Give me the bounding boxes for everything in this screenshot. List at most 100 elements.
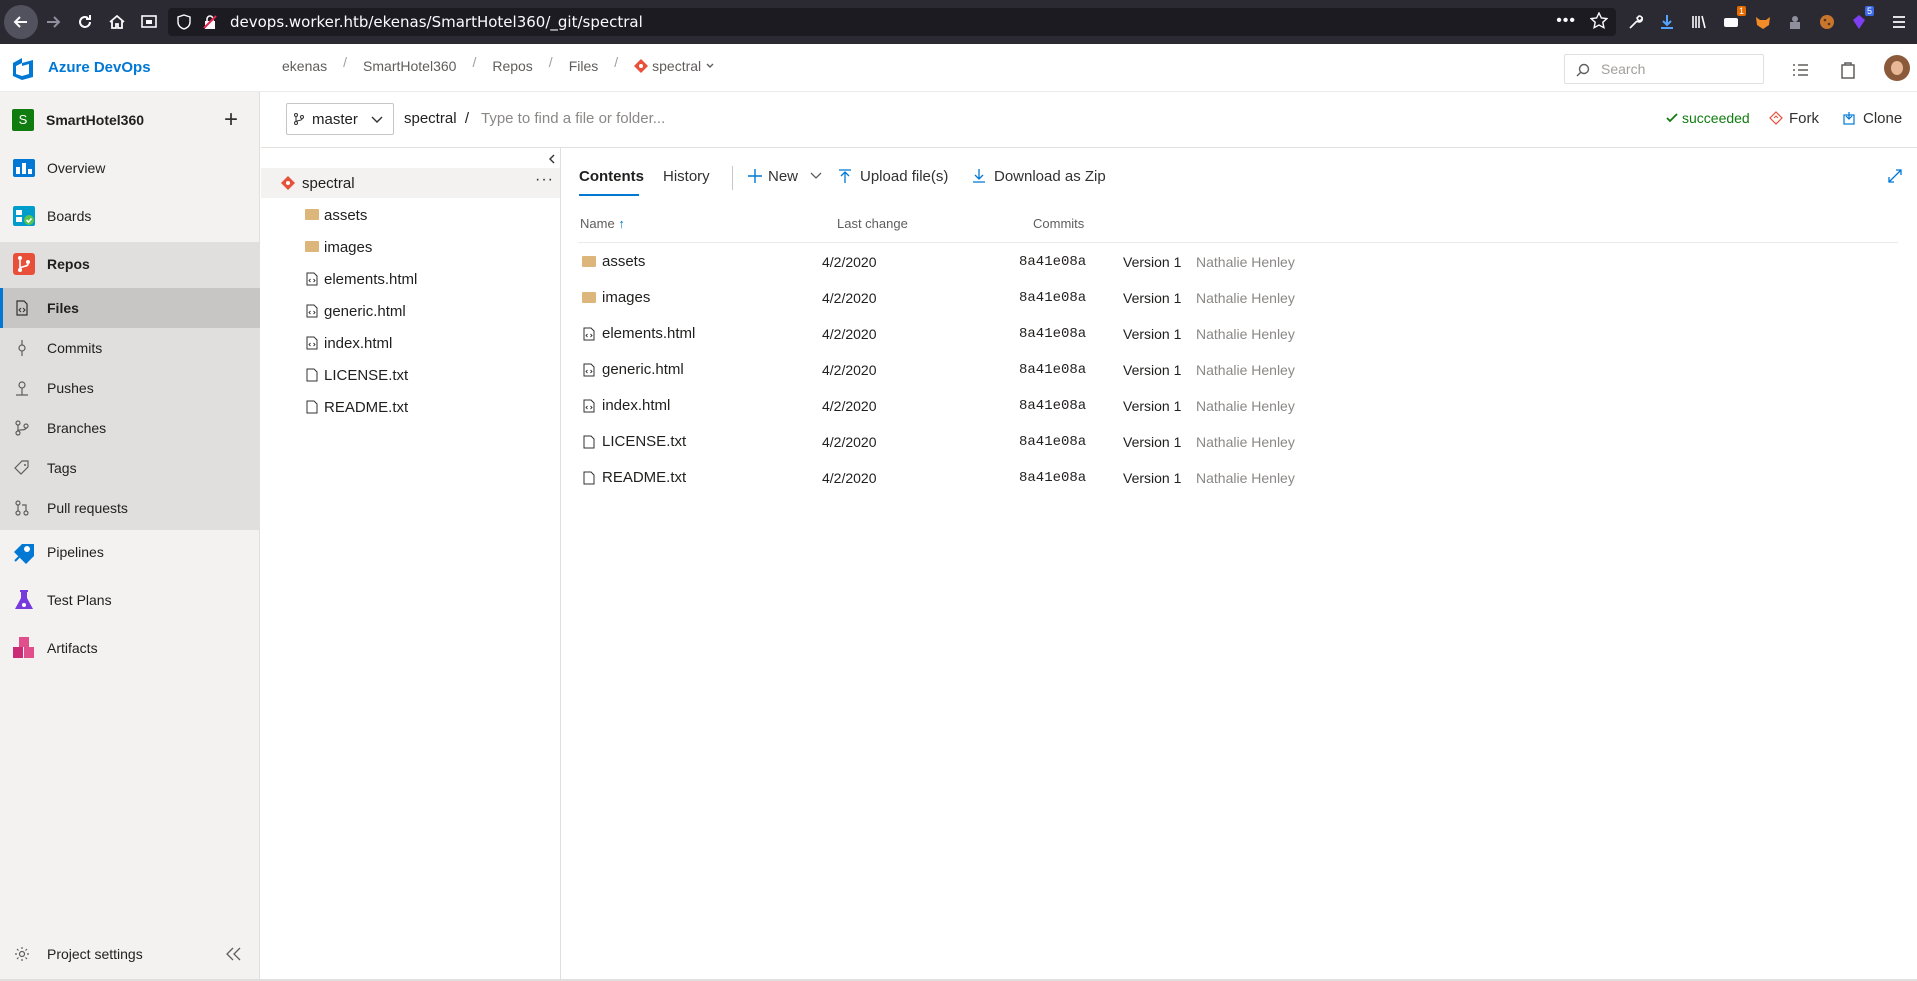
- more-actions-icon[interactable]: ···: [535, 171, 554, 189]
- tree-item-label: assets: [324, 207, 368, 224]
- column-header-name[interactable]: Name ↑: [580, 216, 625, 231]
- row-name[interactable]: assets: [602, 253, 645, 270]
- upload-files-button[interactable]: Upload file(s): [838, 168, 948, 185]
- nav-item-pipelines[interactable]: Pipelines: [0, 532, 260, 572]
- nav-item-pull-requests[interactable]: Pull requests: [0, 488, 260, 528]
- table-row[interactable]: index.html 4/2/2020 8a41e08a Version 1 Natha…: [578, 388, 1898, 424]
- nav-item-repos[interactable]: Repos: [0, 244, 260, 284]
- extension-icon-1[interactable]: 1: [1716, 6, 1746, 38]
- clone-button[interactable]: Clone: [1843, 110, 1902, 127]
- row-commit-message[interactable]: Version 1: [1123, 470, 1181, 486]
- download-label: Download as Zip: [994, 168, 1106, 185]
- collapse-tree-icon[interactable]: [547, 154, 557, 164]
- list-icon[interactable]: [1788, 58, 1812, 82]
- path-root[interactable]: spectral /: [404, 110, 469, 127]
- tree-item[interactable]: generic.html: [261, 296, 560, 326]
- download-zip-button[interactable]: Download as Zip: [972, 168, 1106, 185]
- table-row[interactable]: generic.html 4/2/2020 8a41e08a Version 1 Nat…: [578, 352, 1898, 388]
- tree-item[interactable]: index.html: [261, 328, 560, 358]
- reload-button[interactable]: [69, 6, 101, 38]
- url-bar[interactable]: devops.worker.htb/ekenas/SmartHotel360/_…: [168, 8, 1616, 36]
- project-settings[interactable]: Project settings: [0, 934, 260, 974]
- branch-selector[interactable]: master: [286, 103, 394, 135]
- row-commit-message[interactable]: Version 1: [1123, 398, 1181, 414]
- back-button[interactable]: [4, 5, 38, 39]
- row-name[interactable]: generic.html: [602, 361, 684, 378]
- nav-item-test-plans[interactable]: Test Plans: [0, 580, 260, 620]
- row-commit-id[interactable]: 8a41e08a: [1019, 434, 1086, 450]
- table-row[interactable]: LICENSE.txt 4/2/2020 8a41e08a Version 1 Nath…: [578, 424, 1898, 460]
- expand-icon[interactable]: [1887, 168, 1903, 184]
- azure-devops-logo-icon[interactable]: [10, 56, 36, 82]
- tree-item[interactable]: README.txt: [261, 392, 560, 422]
- row-name[interactable]: index.html: [602, 397, 670, 414]
- avatar[interactable]: [1884, 55, 1910, 81]
- row-commit-message[interactable]: Version 1: [1123, 254, 1181, 270]
- breadcrumb-files[interactable]: Files: [557, 58, 611, 74]
- tree-root[interactable]: spectral ···: [261, 168, 560, 198]
- row-name[interactable]: LICENSE.txt: [602, 433, 686, 450]
- reader-button[interactable]: [133, 6, 165, 38]
- row-name[interactable]: elements.html: [602, 325, 695, 342]
- forward-button[interactable]: [37, 6, 69, 38]
- menu-icon[interactable]: [1884, 6, 1914, 38]
- nav-item-commits[interactable]: Commits: [0, 328, 260, 368]
- collapse-sidebar-icon[interactable]: [224, 946, 242, 962]
- row-commit-id[interactable]: 8a41e08a: [1019, 254, 1086, 270]
- cookie-extension-icon[interactable]: [1812, 6, 1842, 38]
- home-button[interactable]: [101, 6, 133, 38]
- library-icon[interactable]: [1684, 6, 1714, 38]
- shopping-bag-icon[interactable]: [1836, 58, 1860, 82]
- table-row[interactable]: images 4/2/2020 8a41e08a Version 1 Nathalie …: [578, 280, 1898, 316]
- table-row[interactable]: README.txt 4/2/2020 8a41e08a Version 1 Natha…: [578, 460, 1898, 496]
- gem-extension-icon[interactable]: 5: [1844, 6, 1874, 38]
- project-header[interactable]: S SmartHotel360 +: [0, 100, 260, 140]
- breadcrumb-repo-selector[interactable]: spectral: [622, 58, 727, 74]
- row-commit-message[interactable]: Version 1: [1123, 434, 1181, 450]
- table-row[interactable]: elements.html 4/2/2020 8a41e08a Version 1 Na…: [578, 316, 1898, 352]
- nav-item-tags[interactable]: Tags: [0, 448, 260, 488]
- brand-label[interactable]: Azure DevOps: [48, 59, 151, 76]
- nav-item-artifacts[interactable]: Artifacts: [0, 628, 260, 668]
- new-button[interactable]: New: [748, 168, 822, 185]
- tree-item[interactable]: assets: [261, 200, 560, 230]
- breadcrumb-project[interactable]: SmartHotel360: [351, 58, 468, 74]
- add-icon[interactable]: +: [224, 106, 238, 134]
- build-status[interactable]: succeeded: [1666, 110, 1750, 126]
- fox-extension-icon[interactable]: [1748, 6, 1778, 38]
- breadcrumb-repos[interactable]: Repos: [480, 58, 544, 74]
- row-commit-id[interactable]: 8a41e08a: [1019, 398, 1086, 414]
- more-icon[interactable]: •••: [1556, 12, 1576, 30]
- row-commit-message[interactable]: Version 1: [1123, 362, 1181, 378]
- tree-item[interactable]: LICENSE.txt: [261, 360, 560, 390]
- nav-item-boards[interactable]: Boards: [0, 196, 260, 236]
- table-row[interactable]: assets 4/2/2020 8a41e08a Version 1 Nathalie …: [578, 244, 1898, 280]
- breadcrumb-org[interactable]: ekenas: [270, 58, 339, 74]
- row-commit-message[interactable]: Version 1: [1123, 290, 1181, 306]
- column-header-commits[interactable]: Commits: [1033, 216, 1084, 231]
- row-name[interactable]: README.txt: [602, 469, 686, 486]
- nav-item-pushes[interactable]: Pushes: [0, 368, 260, 408]
- shield-icon: [177, 14, 191, 30]
- row-commit-id[interactable]: 8a41e08a: [1019, 326, 1086, 342]
- search-input[interactable]: Search: [1564, 54, 1764, 84]
- puzzle-extension-icon[interactable]: [1780, 6, 1810, 38]
- row-commit-id[interactable]: 8a41e08a: [1019, 290, 1086, 306]
- tab-history[interactable]: History: [663, 168, 710, 185]
- fork-button[interactable]: Fork: [1769, 110, 1819, 127]
- wrench-icon[interactable]: [1621, 6, 1651, 38]
- nav-item-files[interactable]: Files: [0, 288, 260, 328]
- star-icon[interactable]: [1590, 12, 1608, 30]
- row-commit-id[interactable]: 8a41e08a: [1019, 362, 1086, 378]
- column-header-last-change[interactable]: Last change: [837, 216, 908, 231]
- row-commit-message[interactable]: Version 1: [1123, 326, 1181, 342]
- tab-contents[interactable]: Contents: [579, 168, 644, 185]
- tree-item[interactable]: images: [261, 232, 560, 262]
- nav-item-branches[interactable]: Branches: [0, 408, 260, 448]
- row-name[interactable]: images: [602, 289, 650, 306]
- download-icon[interactable]: [1652, 6, 1682, 38]
- tree-item[interactable]: elements.html: [261, 264, 560, 294]
- path-search-input[interactable]: Type to find a file or folder...: [481, 110, 665, 127]
- row-commit-id[interactable]: 8a41e08a: [1019, 470, 1086, 486]
- nav-item-overview[interactable]: Overview: [0, 148, 260, 188]
